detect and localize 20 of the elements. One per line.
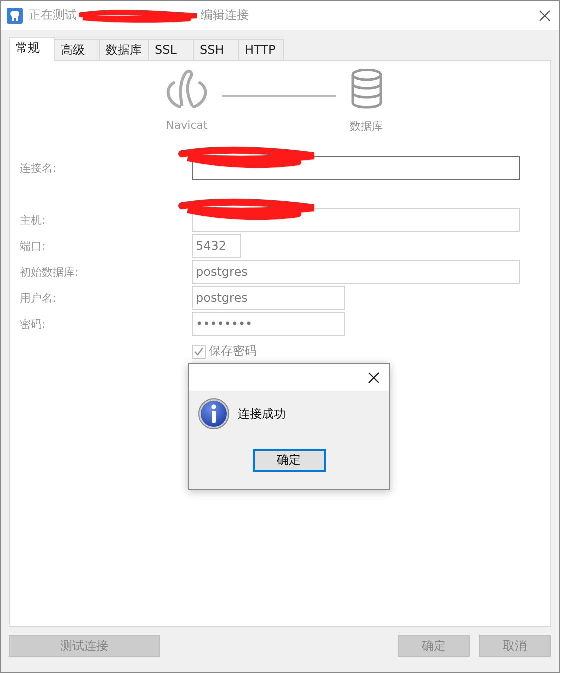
field-label: 初始数据库:	[20, 264, 80, 280]
checkbox-label: 保存密码	[209, 343, 257, 360]
window-title: 正在测试	[29, 7, 77, 24]
field-label: 密码:	[20, 316, 47, 332]
field-label: 主机:	[20, 212, 47, 228]
input-field[interactable]: 5432	[192, 234, 241, 258]
input-field[interactable]: ••••••••	[192, 312, 345, 336]
close-icon[interactable]	[368, 372, 380, 384]
input-field[interactable]: postgres	[192, 260, 520, 284]
info-icon	[198, 398, 230, 430]
input-field[interactable]: postgres	[192, 286, 345, 310]
input-field[interactable]	[192, 156, 520, 180]
database-icon	[350, 69, 382, 109]
window-title: 编辑连接	[201, 7, 249, 24]
diagram-label: 数据库	[350, 119, 383, 134]
field-label: 用户名:	[20, 290, 58, 306]
field-label: 端口:	[20, 238, 47, 254]
field-label: 连接名:	[20, 160, 58, 176]
message-text: 连接成功	[238, 406, 286, 422]
diagram-label: Navicat	[166, 119, 208, 132]
